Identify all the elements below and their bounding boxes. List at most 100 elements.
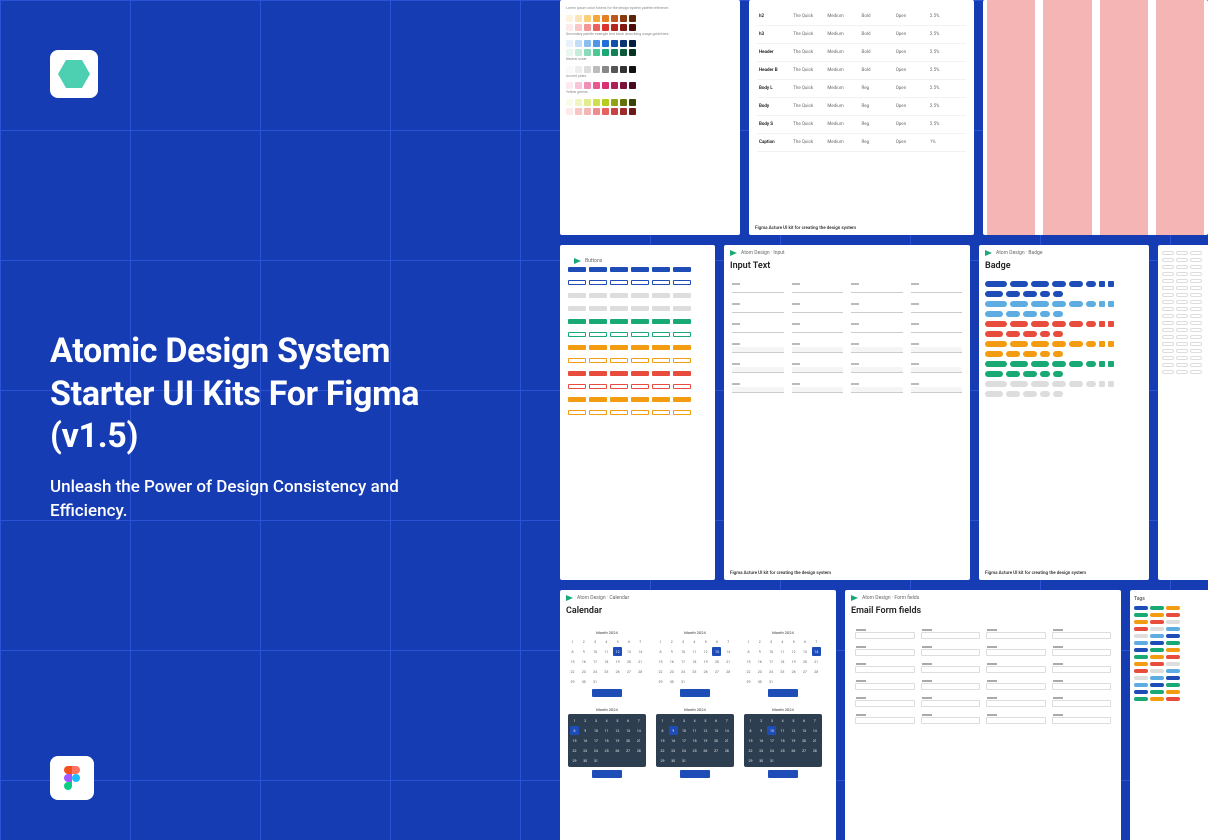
badge[interactable] [1086, 301, 1096, 307]
tag[interactable] [1134, 634, 1148, 638]
button-sample[interactable] [589, 280, 607, 285]
calendar-day[interactable]: 12 [701, 647, 710, 656]
button-sample[interactable] [610, 332, 628, 337]
badge[interactable] [1031, 381, 1049, 387]
calendar-day[interactable]: 1 [568, 637, 577, 646]
form-field[interactable] [986, 717, 1046, 724]
calendar-day[interactable]: 12 [613, 726, 622, 735]
calendar-day[interactable]: 17 [679, 736, 688, 745]
button-sample[interactable] [652, 332, 670, 337]
button-sample[interactable] [589, 358, 607, 363]
button-sample[interactable] [631, 267, 649, 272]
calendar-day[interactable] [690, 756, 699, 765]
calendar-day[interactable]: 27 [800, 746, 809, 755]
calendar-day[interactable]: 22 [744, 667, 753, 676]
calendar-day[interactable]: 27 [800, 667, 809, 676]
text-input[interactable] [792, 347, 844, 353]
tag[interactable] [1166, 627, 1180, 631]
tag[interactable] [1150, 606, 1164, 610]
tag[interactable] [1166, 690, 1180, 694]
button-sample[interactable] [673, 293, 691, 298]
badge-outline[interactable] [1176, 251, 1188, 255]
calendar-day[interactable]: 1 [658, 716, 667, 725]
calendar-day[interactable]: 13 [800, 726, 809, 735]
calendar-day[interactable] [778, 677, 787, 686]
button-sample[interactable] [673, 319, 691, 324]
calendar-day[interactable]: 11 [690, 647, 699, 656]
badge[interactable] [1010, 381, 1028, 387]
badge[interactable] [1086, 361, 1096, 367]
badge-outline[interactable] [1190, 272, 1202, 276]
calendar-day[interactable]: 4 [690, 637, 699, 646]
calendar-day[interactable]: 8 [570, 726, 579, 735]
calendar-day[interactable]: 3 [591, 716, 600, 725]
button-sample[interactable] [610, 345, 628, 350]
calendar-day[interactable]: 29 [656, 677, 665, 686]
badge[interactable] [1069, 341, 1083, 347]
button-sample[interactable] [652, 410, 670, 415]
button-sample[interactable] [610, 306, 628, 311]
calendar-day[interactable]: 10 [679, 726, 688, 735]
text-input[interactable] [851, 367, 903, 373]
calendar-day[interactable]: 21 [724, 657, 733, 666]
calendar-day[interactable] [789, 677, 798, 686]
button-sample[interactable] [610, 319, 628, 324]
tag[interactable] [1166, 613, 1180, 617]
calendar-day[interactable]: 14 [634, 726, 643, 735]
badge-outline[interactable] [1190, 321, 1202, 325]
tag[interactable] [1150, 620, 1164, 624]
calendar-day[interactable]: 22 [656, 667, 665, 676]
tag[interactable] [1150, 690, 1164, 694]
calendar-day[interactable]: 25 [778, 746, 787, 755]
calendar-day[interactable]: 4 [602, 716, 611, 725]
calendar-day[interactable]: 9 [667, 647, 676, 656]
calendar-day[interactable]: 5 [613, 716, 622, 725]
calendar-day[interactable]: 25 [602, 667, 611, 676]
button-sample[interactable] [631, 293, 649, 298]
text-input[interactable] [851, 347, 903, 353]
badge[interactable] [1052, 281, 1066, 287]
calendar-day[interactable]: 25 [690, 667, 699, 676]
calendar-day[interactable] [613, 756, 622, 765]
calendar-day[interactable]: 7 [722, 716, 731, 725]
text-input[interactable] [911, 307, 963, 313]
calendar[interactable]: Month 2024123456789101112131415161718192… [568, 630, 646, 697]
badge-outline[interactable] [1162, 321, 1174, 325]
form-field[interactable] [1052, 683, 1112, 690]
calendar-day[interactable]: 28 [810, 746, 819, 755]
calendar-day[interactable]: 13 [800, 647, 809, 656]
calendar-day[interactable]: 11 [602, 647, 611, 656]
calendar-day[interactable]: 18 [778, 736, 787, 745]
calendar-day[interactable]: 6 [712, 637, 721, 646]
text-input[interactable] [911, 347, 963, 353]
button-sample[interactable] [610, 358, 628, 363]
badge-outline[interactable] [1162, 342, 1174, 346]
badge-outline[interactable] [1176, 300, 1188, 304]
calendar-day[interactable]: 22 [568, 667, 577, 676]
calendar-day[interactable]: 19 [701, 736, 710, 745]
calendar-action-button[interactable] [592, 770, 622, 778]
badge-outline[interactable] [1176, 293, 1188, 297]
calendar-day[interactable]: 8 [746, 726, 755, 735]
calendar-day[interactable]: 13 [624, 647, 633, 656]
calendar-day[interactable]: 24 [679, 667, 688, 676]
frame-buttons[interactable]: Buttons [560, 245, 715, 580]
button-sample[interactable] [610, 410, 628, 415]
calendar-day[interactable]: 12 [789, 726, 798, 735]
text-input[interactable] [911, 387, 963, 393]
calendar-day[interactable]: 11 [602, 726, 611, 735]
calendar-day[interactable]: 2 [757, 716, 766, 725]
form-field[interactable] [1052, 700, 1112, 707]
calendar-day[interactable]: 19 [789, 736, 798, 745]
calendar-day[interactable]: 18 [602, 657, 611, 666]
button-sample[interactable] [673, 267, 691, 272]
calendar-day[interactable] [624, 756, 633, 765]
calendar-day[interactable]: 15 [746, 736, 755, 745]
calendar-day[interactable]: 20 [624, 657, 633, 666]
tag[interactable] [1166, 683, 1180, 687]
calendar-day[interactable]: 6 [800, 716, 809, 725]
calendar-day[interactable]: 23 [755, 667, 764, 676]
calendar-day[interactable]: 25 [602, 746, 611, 755]
calendar-day[interactable]: 17 [679, 657, 688, 666]
calendar-day[interactable]: 24 [767, 746, 776, 755]
